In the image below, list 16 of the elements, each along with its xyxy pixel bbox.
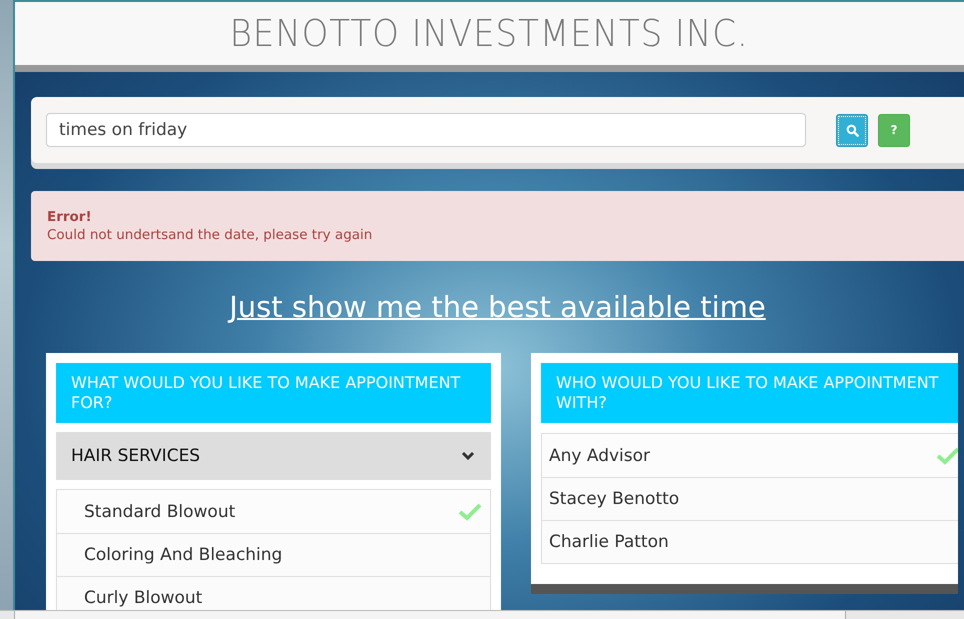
company-title: BENOTTO INVESTMENTS INC. xyxy=(230,12,750,55)
chevron-icon xyxy=(461,451,475,461)
service-item[interactable]: Coloring And Bleaching xyxy=(57,533,490,576)
search-button[interactable] xyxy=(836,114,868,146)
service-item[interactable]: Curly Blowout xyxy=(57,576,490,610)
category-header[interactable]: HAIR SERVICES xyxy=(56,432,491,480)
check-icon xyxy=(458,502,482,520)
check-icon xyxy=(936,446,958,464)
panel-heading: WHAT WOULD YOU LIKE TO MAKE APPOINTMENT FOR? xyxy=(56,363,491,423)
panel-heading: WHO WOULD YOU LIKE TO MAKE APPOINTMENT WITH? xyxy=(541,363,958,423)
search-field[interactable]: times on friday xyxy=(46,113,806,147)
alert-title: Error! xyxy=(47,208,93,226)
search-icon xyxy=(846,124,858,136)
advisor-item[interactable]: Stacey Benotto xyxy=(542,477,958,520)
advisor-item[interactable]: Charlie Patton xyxy=(542,520,958,563)
alert-message: Could not undertsand the date, please try again xyxy=(47,226,374,244)
